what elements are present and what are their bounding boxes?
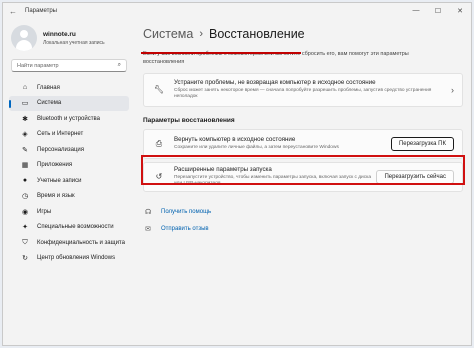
sidebar-item-accounts[interactable]: ● Учетные записи [9,173,129,189]
update-icon: ↻ [22,255,28,263]
reset-pc-card: ⎙ Вернуть компьютер в исходное состояние… [143,128,463,159]
window-title: Параметры [25,8,57,14]
troubleshoot-card[interactable]: 🔧︎ Устраните проблемы, не возвращая комп… [143,72,463,107]
advanced-startup-card: ↺ Расширенные параметры запуска Перезапу… [143,161,463,192]
wrench-icon: 🔧︎ [153,85,165,95]
sidebar-item-label: Время и язык [37,193,75,200]
card-title: Расширенные параметры запуска [174,166,272,174]
sidebar-item-personalization[interactable]: ✎ Персонализация [9,142,129,158]
get-help-link[interactable]: ☊ Получить помощь [145,208,471,216]
settings-window: ← Параметры — ☐ ✕ winnote.ru Локальная у… [2,2,472,346]
title-underline [141,52,301,54]
sidebar-item-label: Конфиденциальность и защита [37,239,125,246]
profile-name: winnote.ru [43,30,76,38]
feedback-link[interactable]: ✉ Отправить отзыв [145,225,471,233]
maximize-icon[interactable]: ☐ [427,7,449,15]
sidebar-item-gaming[interactable]: ◉ Игры [9,204,129,220]
card-description: Сохраните или удалите личные файлы, а за… [174,145,339,151]
card-title: Устраните проблемы, не возвращая компьют… [174,79,376,87]
sidebar-item-bluetooth[interactable]: ✱ Bluetooth и устройства [9,111,129,127]
card-text: Вернуть компьютер в исходное состояние С… [174,136,391,151]
feedback-icon: ✉ [145,225,151,233]
sidebar-nav: ⌂ Главная ▭ Система ✱ Bluetooth и устрой… [3,80,135,266]
network-icon: ◈ [22,131,28,139]
sidebar-item-home[interactable]: ⌂ Главная [9,80,129,96]
accessibility-icon: ✦ [22,224,28,232]
breadcrumb-separator: › [199,28,204,40]
sidebar-item-apps[interactable]: ▦ Приложения [9,158,129,174]
sidebar-item-label: Главная [37,84,60,91]
chevron-right-icon: › [451,84,454,95]
sidebar-item-network[interactable]: ◈ Сеть и Интернет [9,127,129,143]
help-icon: ☊ [145,208,152,216]
card-title: Вернуть компьютер в исходное состояние [174,136,296,144]
sidebar-item-label: Система [37,100,62,107]
section-title: Параметры восстановления [143,116,235,124]
apps-icon: ▦ [21,162,29,170]
reset-pc-icon: ⎙ [155,138,163,148]
sidebar: winnote.ru Локальная учетная запись ⌕ ⌂ … [3,19,135,345]
help-links: ☊ Получить помощь ✉ Отправить отзыв [145,208,471,233]
sidebar-item-label: Учетные записи [37,177,82,184]
shield-icon: ⛉ [22,238,28,246]
sidebar-item-label: Приложения [37,162,73,169]
card-description: Сброс может занять некоторое время — сна… [174,88,432,100]
sidebar-item-label: Специальные возможности [37,224,114,231]
card-description: Перезапустите устройство, чтобы изменить… [174,175,371,187]
profile-account-type: Локальная учетная запись [43,39,105,46]
window-controls: — ☐ ✕ [405,7,471,15]
avatar [11,25,37,51]
card-text: Устраните проблемы, не возвращая компьют… [174,79,445,100]
back-arrow-icon[interactable]: ← [9,7,17,16]
sidebar-item-system[interactable]: ▭ Система [9,95,129,111]
sidebar-item-windows-update[interactable]: ↻ Центр обновления Windows [9,251,129,267]
brush-icon: ✎ [22,146,28,154]
breadcrumb: Система › Восстановление [143,27,471,41]
bluetooth-icon: ✱ [22,115,28,123]
reset-pc-button[interactable]: Перезагрузка ПК [390,136,454,151]
sidebar-item-accessibility[interactable]: ✦ Специальные возможности [9,220,129,236]
sidebar-item-label: Bluetooth и устройства [37,115,100,122]
minimize-icon[interactable]: — [405,7,427,15]
main-content: Система › Восстановление Если у вас возн… [139,19,471,345]
breadcrumb-parent[interactable]: Система [143,27,193,41]
sidebar-item-time-language[interactable]: ◷ Время и язык [9,189,129,205]
search-input[interactable] [17,62,118,69]
user-profile[interactable]: winnote.ru Локальная учетная запись [3,19,135,59]
restart-now-button[interactable]: Перезагрузить сейчас [376,169,454,184]
close-icon[interactable]: ✕ [449,7,471,15]
search-icon[interactable]: ⌕ [118,62,121,69]
page-title: Восстановление [209,27,305,41]
title-bar: ← Параметры — ☐ ✕ [3,3,471,19]
gamepad-icon: ◉ [21,208,29,216]
feedback-label: Отправить отзыв [161,225,209,232]
advanced-startup-icon: ↺ [155,172,163,182]
home-icon: ⌂ [22,84,28,92]
sidebar-item-label: Центр обновления Windows [37,255,116,262]
search-box[interactable]: ⌕ [11,59,127,72]
sidebar-item-label: Персонализация [37,146,85,153]
sidebar-item-privacy[interactable]: ⛉ Конфиденциальность и защита [9,235,129,251]
get-help-label: Получить помощь [161,208,212,215]
card-text: Расширенные параметры запуска Перезапуст… [174,166,376,187]
accounts-icon: ● [22,177,28,185]
profile-text: winnote.ru Локальная учетная запись [43,31,105,46]
system-icon: ▭ [21,100,29,108]
globe-icon: ◷ [21,193,29,201]
sidebar-item-label: Сеть и Интернет [37,131,84,138]
sidebar-item-label: Игры [37,208,52,215]
